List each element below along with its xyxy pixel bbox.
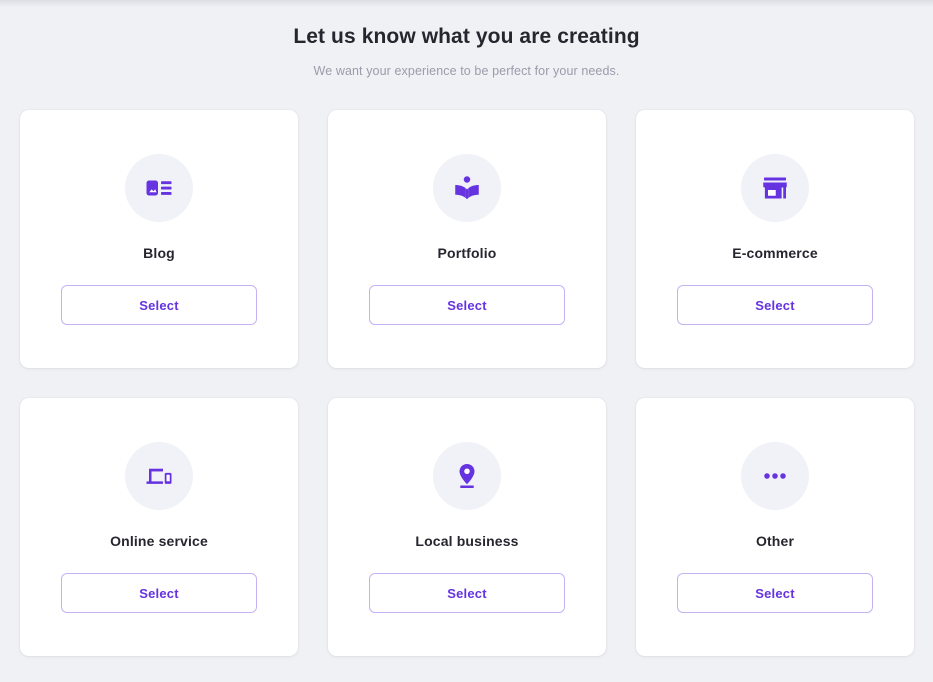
onboarding-page: Let us know what you are creating We wan… bbox=[0, 0, 933, 682]
icon-circle bbox=[125, 154, 193, 222]
select-button-local-business[interactable]: Select bbox=[369, 573, 565, 613]
ellipsis-dots-icon bbox=[760, 461, 790, 491]
card-label: E-commerce bbox=[732, 245, 818, 261]
card-label: Portfolio bbox=[437, 245, 497, 261]
storefront-icon bbox=[760, 173, 790, 203]
page-subtitle: We want your experience to be perfect fo… bbox=[313, 64, 620, 78]
icon-circle bbox=[433, 154, 501, 222]
select-button-online-service[interactable]: Select bbox=[61, 573, 257, 613]
select-button-other[interactable]: Select bbox=[677, 573, 873, 613]
icon-circle bbox=[741, 154, 809, 222]
icon-circle bbox=[125, 442, 193, 510]
site-type-card-portfolio[interactable]: Portfolio Select bbox=[328, 110, 606, 368]
card-label: Other bbox=[755, 533, 795, 549]
top-edge-strip bbox=[0, 0, 933, 7]
card-label: Local business bbox=[415, 533, 519, 549]
select-button-ecommerce[interactable]: Select bbox=[677, 285, 873, 325]
select-button-portfolio[interactable]: Select bbox=[369, 285, 565, 325]
site-type-card-local-business[interactable]: Local business Select bbox=[328, 398, 606, 656]
article-image-icon bbox=[144, 173, 174, 203]
site-type-card-online-service[interactable]: Online service Select bbox=[20, 398, 298, 656]
site-type-grid: Blog Select Portfolio Select E-commerce … bbox=[20, 110, 914, 656]
page-header: Let us know what you are creating We wan… bbox=[0, 0, 933, 80]
site-type-card-blog[interactable]: Blog Select bbox=[20, 110, 298, 368]
card-label: Blog bbox=[143, 245, 175, 261]
select-button-blog[interactable]: Select bbox=[61, 285, 257, 325]
site-type-card-other[interactable]: Other Select bbox=[636, 398, 914, 656]
site-type-card-ecommerce[interactable]: E-commerce Select bbox=[636, 110, 914, 368]
map-pin-icon bbox=[452, 461, 482, 491]
open-book-icon bbox=[452, 173, 482, 203]
page-title: Let us know what you are creating bbox=[293, 25, 640, 48]
icon-circle bbox=[741, 442, 809, 510]
laptop-phone-devices-icon bbox=[144, 461, 174, 491]
icon-circle bbox=[433, 442, 501, 510]
card-label: Online service bbox=[110, 533, 208, 549]
